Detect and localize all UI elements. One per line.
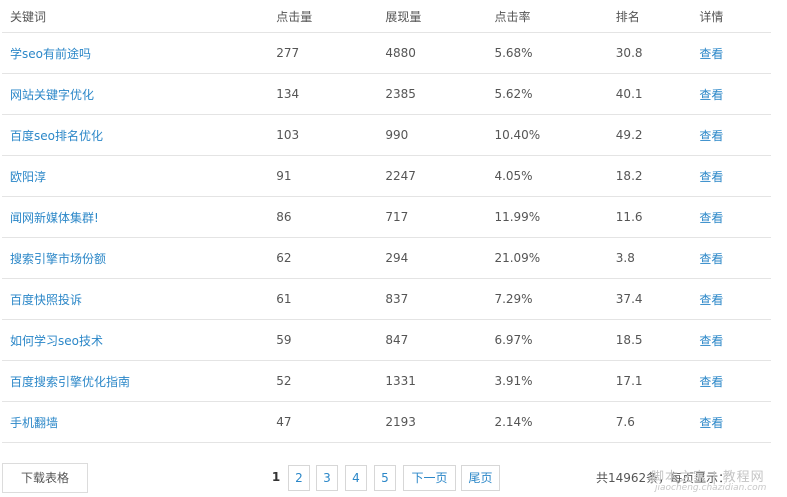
table-row: 学seo有前途吗 277 4880 5.68% 30.8 查看 xyxy=(2,32,771,74)
impressions-cell: 1331 xyxy=(377,360,487,402)
impressions-cell: 2193 xyxy=(377,401,487,443)
keyword-cell[interactable]: 如何学习seo技术 xyxy=(2,319,269,361)
pagination-last-button[interactable]: 尾页 xyxy=(461,465,500,491)
clicks-cell: 134 xyxy=(268,73,378,115)
table-row: 网站关键字优化 134 2385 5.62% 40.1 查看 xyxy=(2,73,771,115)
clicks-cell: 61 xyxy=(268,278,378,320)
table-row: 搜索引擎市场份额 62 294 21.09% 3.8 查看 xyxy=(2,237,771,279)
rank-cell: 18.5 xyxy=(607,319,692,361)
pagination-page-2[interactable]: 2 xyxy=(288,465,310,491)
clicks-cell: 103 xyxy=(268,114,378,156)
clicks-cell: 59 xyxy=(268,319,378,361)
ctr-cell: 2.14% xyxy=(486,401,608,443)
impressions-cell: 990 xyxy=(377,114,487,156)
table-row: 百度快照投诉 61 837 7.29% 37.4 查看 xyxy=(2,278,771,320)
download-table-button[interactable]: 下载表格 xyxy=(2,463,88,493)
view-details-link[interactable]: 查看 xyxy=(691,114,771,156)
view-details-link[interactable]: 查看 xyxy=(691,32,771,74)
view-details-link[interactable]: 查看 xyxy=(691,360,771,402)
rank-cell: 3.8 xyxy=(607,237,692,279)
ctr-cell: 11.99% xyxy=(486,196,608,238)
keyword-cell[interactable]: 闻网新媒体集群! xyxy=(2,196,269,238)
impressions-cell: 4880 xyxy=(377,32,487,74)
table-row: 如何学习seo技术 59 847 6.97% 18.5 查看 xyxy=(2,319,771,361)
column-header-ctr: 点击率 xyxy=(486,0,608,33)
view-details-link[interactable]: 查看 xyxy=(691,278,771,320)
view-details-link[interactable]: 查看 xyxy=(691,155,771,197)
keyword-table: 关键词 点击量 展现量 点击率 排名 详情 学seo有前途吗 277 4880 5.6… xyxy=(2,0,771,443)
column-header-details: 详情 xyxy=(691,0,771,33)
keyword-cell[interactable]: 百度搜索引擎优化指南 xyxy=(2,360,269,402)
column-header-keyword: 关键词 xyxy=(2,0,269,33)
impressions-cell: 847 xyxy=(377,319,487,361)
table-header-row: 关键词 点击量 展现量 点击率 排名 详情 xyxy=(2,0,771,33)
pagination-page-4[interactable]: 4 xyxy=(345,465,367,491)
rank-cell: 30.8 xyxy=(607,32,692,74)
impressions-cell: 2247 xyxy=(377,155,487,197)
column-header-rank: 排名 xyxy=(607,0,692,33)
rank-cell: 49.2 xyxy=(607,114,692,156)
ctr-cell: 21.09% xyxy=(486,237,608,279)
clicks-cell: 91 xyxy=(268,155,378,197)
keyword-cell[interactable]: 百度快照投诉 xyxy=(2,278,269,320)
ctr-cell: 10.40% xyxy=(486,114,608,156)
pagination-current-page: 1 xyxy=(271,470,281,484)
column-header-impressions: 展现量 xyxy=(377,0,487,33)
keyword-cell[interactable]: 欧阳淳 xyxy=(2,155,269,197)
ctr-cell: 5.68% xyxy=(486,32,608,74)
keyword-cell[interactable]: 搜索引擎市场份额 xyxy=(2,237,269,279)
clicks-cell: 52 xyxy=(268,360,378,402)
view-details-link[interactable]: 查看 xyxy=(691,401,771,443)
pagination-page-3[interactable]: 3 xyxy=(316,465,338,491)
ctr-cell: 6.97% xyxy=(486,319,608,361)
clicks-cell: 86 xyxy=(268,196,378,238)
table-row: 百度seo排名优化 103 990 10.40% 49.2 查看 xyxy=(2,114,771,156)
keyword-cell[interactable]: 网站关键字优化 xyxy=(2,73,269,115)
impressions-cell: 717 xyxy=(377,196,487,238)
view-details-link[interactable]: 查看 xyxy=(691,319,771,361)
ctr-cell: 3.91% xyxy=(486,360,608,402)
ctr-cell: 4.05% xyxy=(486,155,608,197)
ctr-cell: 7.29% xyxy=(486,278,608,320)
clicks-cell: 62 xyxy=(268,237,378,279)
rank-cell: 37.4 xyxy=(607,278,692,320)
impressions-cell: 2385 xyxy=(377,73,487,115)
table-row: 手机翻墙 47 2193 2.14% 7.6 查看 xyxy=(2,401,771,443)
rank-cell: 11.6 xyxy=(607,196,692,238)
clicks-cell: 277 xyxy=(268,32,378,74)
table-row: 闻网新媒体集群! 86 717 11.99% 11.6 查看 xyxy=(2,196,771,238)
view-details-link[interactable]: 查看 xyxy=(691,196,771,238)
keyword-cell[interactable]: 手机翻墙 xyxy=(2,401,269,443)
view-details-link[interactable]: 查看 xyxy=(691,73,771,115)
ctr-cell: 5.62% xyxy=(486,73,608,115)
keyword-cell[interactable]: 百度seo排名优化 xyxy=(2,114,269,156)
keyword-cell[interactable]: 学seo有前途吗 xyxy=(2,32,269,74)
table-row: 欧阳淳 91 2247 4.05% 18.2 查看 xyxy=(2,155,771,197)
watermark-url: jiaocheng.chazidian.com xyxy=(655,483,767,493)
rank-cell: 7.6 xyxy=(607,401,692,443)
impressions-cell: 837 xyxy=(377,278,487,320)
table-row: 百度搜索引擎优化指南 52 1331 3.91% 17.1 查看 xyxy=(2,360,771,402)
rank-cell: 18.2 xyxy=(607,155,692,197)
column-header-clicks: 点击量 xyxy=(268,0,378,33)
pagination-page-5[interactable]: 5 xyxy=(374,465,396,491)
rank-cell: 40.1 xyxy=(607,73,692,115)
rank-cell: 17.1 xyxy=(607,360,692,402)
impressions-cell: 294 xyxy=(377,237,487,279)
view-details-link[interactable]: 查看 xyxy=(691,237,771,279)
pagination-next-button[interactable]: 下一页 xyxy=(403,465,456,491)
clicks-cell: 47 xyxy=(268,401,378,443)
